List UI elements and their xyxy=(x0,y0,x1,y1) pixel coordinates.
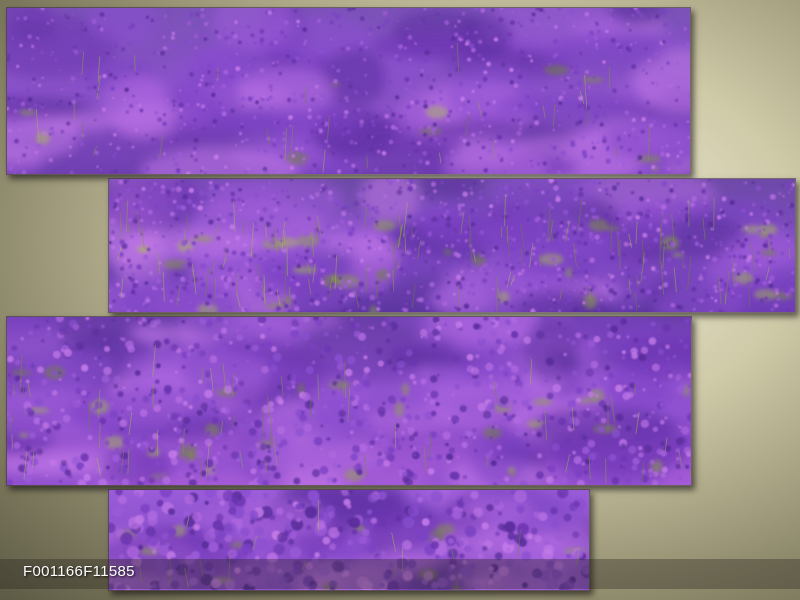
lavender-panel-image-2 xyxy=(109,179,795,312)
lavender-panel-image-1 xyxy=(7,8,690,174)
lavender-panel-image-3 xyxy=(7,317,691,485)
canvas-panel-1 xyxy=(6,7,691,175)
product-code: F001166F11585 xyxy=(23,563,135,580)
canvas-panel-3 xyxy=(6,316,692,486)
canvas-panel-2 xyxy=(108,178,796,313)
canvas-print-mockup: F001166F11585 xyxy=(0,0,800,600)
